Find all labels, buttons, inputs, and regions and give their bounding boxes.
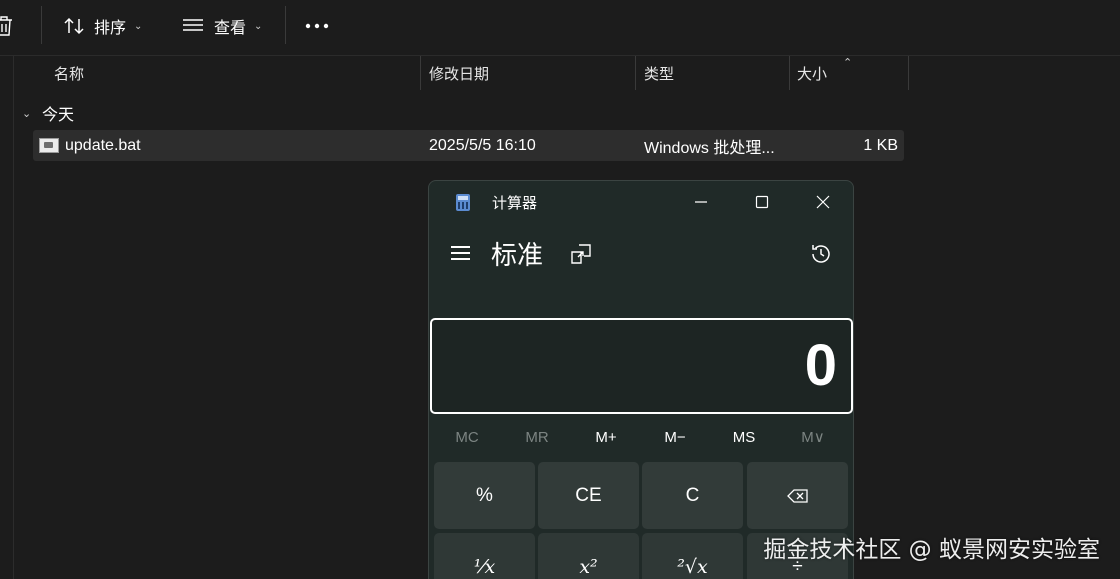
more-icon	[305, 23, 329, 29]
sort-icon	[63, 17, 85, 35]
display-value: 0	[804, 333, 837, 398]
hamburger-icon	[451, 246, 470, 248]
close-icon	[816, 195, 830, 209]
backspace-key[interactable]	[747, 462, 848, 529]
file-size: 1 KB	[863, 136, 898, 154]
command-bar: 排序 ⌄ 查看 ⌄	[0, 0, 1120, 56]
reciprocal-key[interactable]: ¹⁄x	[434, 533, 535, 579]
column-modified[interactable]: 修改日期	[429, 56, 489, 91]
history-icon	[812, 245, 830, 263]
view-button[interactable]: 查看 ⌄	[182, 0, 262, 52]
maximize-icon	[755, 195, 769, 209]
toolbar-divider	[285, 6, 286, 44]
minimize-button[interactable]	[678, 181, 724, 223]
column-divider[interactable]	[635, 56, 636, 90]
column-size[interactable]: 大小	[797, 56, 827, 91]
column-type[interactable]: 类型	[644, 56, 674, 91]
toolbar-divider	[41, 6, 42, 44]
keep-on-top-button[interactable]	[570, 243, 592, 265]
navigation-menu-button[interactable]	[447, 239, 475, 267]
column-divider[interactable]	[908, 56, 909, 90]
calculator-mode-title: 标准	[491, 239, 544, 270]
file-row[interactable]: update.bat 2025/5/5 16:10 Windows 批处理...…	[33, 130, 904, 161]
file-type: Windows 批处理...	[644, 139, 775, 157]
delete-button[interactable]	[0, 0, 18, 52]
square-key[interactable]: x²	[538, 533, 639, 579]
memory-recall-button[interactable]: MR	[502, 426, 572, 450]
group-today[interactable]: ⌄ 今天	[22, 99, 74, 127]
clear-key[interactable]: C	[642, 462, 743, 529]
memory-add-button[interactable]: M+	[571, 426, 641, 450]
memory-clear-button[interactable]: MC	[432, 426, 502, 450]
minimize-icon	[695, 201, 707, 203]
backspace-icon	[786, 488, 808, 503]
hamburger-icon	[451, 258, 470, 260]
clear-entry-key[interactable]: CE	[538, 462, 639, 529]
percent-key[interactable]: %	[434, 462, 535, 529]
chevron-down-icon: ⌄	[22, 107, 32, 120]
view-label: 查看	[214, 20, 247, 37]
list-view-icon	[182, 18, 204, 34]
trash-icon	[0, 15, 14, 37]
calculator-display: 0	[430, 318, 853, 414]
calculator-window: 计算器 标准 0 MC MR M+ M− MS M∨ % CE C ¹⁄x x²…	[428, 180, 854, 579]
file-modified: 2025/5/5 16:10	[429, 136, 536, 154]
maximize-button[interactable]	[739, 181, 785, 223]
chevron-down-icon: ⌄	[134, 20, 143, 32]
more-options-button[interactable]	[305, 0, 329, 52]
file-name: update.bat	[65, 136, 141, 154]
group-label: 今天	[42, 107, 75, 124]
batch-file-icon	[39, 138, 59, 153]
sort-label: 排序	[94, 20, 127, 37]
memory-list-button[interactable]: M∨	[778, 426, 848, 450]
column-name[interactable]: 名称	[54, 56, 84, 91]
memory-subtract-button[interactable]: M−	[640, 426, 710, 450]
memory-store-button[interactable]: MS	[709, 426, 779, 450]
chevron-down-icon: ⌄	[254, 20, 263, 32]
calculator-titlebar[interactable]: 计算器	[429, 181, 853, 223]
column-divider[interactable]	[420, 56, 421, 90]
keep-on-top-icon	[571, 244, 591, 264]
navigation-pane-border	[13, 56, 14, 579]
column-header: 名称 修改日期 类型 大小 ⌃	[0, 56, 910, 91]
calculator-title: 计算器	[492, 194, 538, 212]
watermark-text: 掘金技术社区 @ 蚁景网安实验室	[763, 537, 1100, 563]
sort-ascending-icon: ⌃	[843, 57, 853, 69]
square-root-key[interactable]: ²√x	[642, 533, 743, 579]
hamburger-icon	[451, 252, 470, 254]
sort-button[interactable]: 排序 ⌄	[63, 0, 142, 52]
close-button[interactable]	[800, 181, 846, 223]
column-divider[interactable]	[789, 56, 790, 90]
history-button[interactable]	[808, 241, 834, 267]
calculator-app-icon	[456, 194, 470, 211]
